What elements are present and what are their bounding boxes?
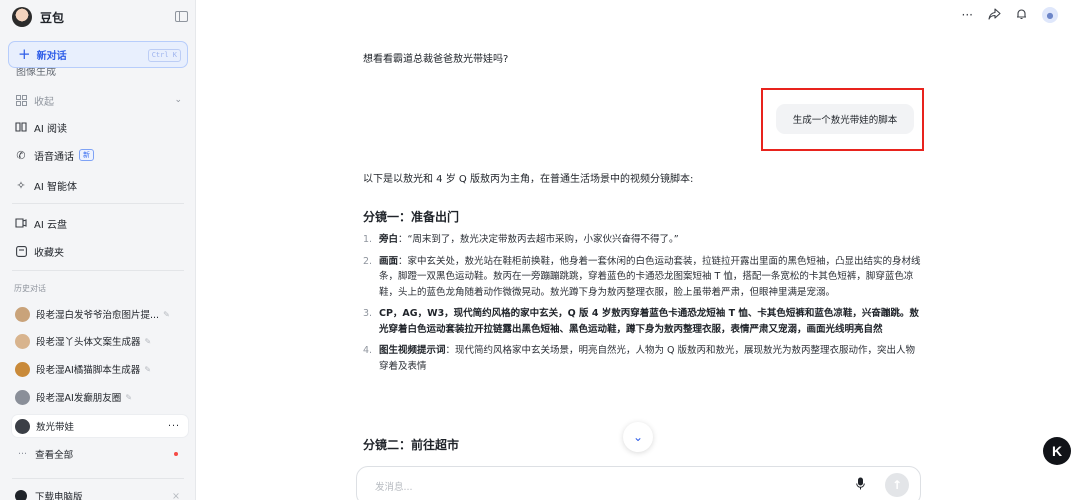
section-heading: 分镜二：前往超市 [363,438,460,452]
history-thumbnail [15,306,30,322]
sidebar: 豆包 + 新对话 Ctrl K 图像生成 收起 ⌄ AI 阅读 ✆ 语音通话 新… [0,0,196,500]
history-item[interactable]: 段老湿AI橘猫脚本生成器 ✎ [12,358,188,380]
sidebar-item-label: 语音通话 [34,151,74,163]
pin-icon[interactable]: ✎ [163,310,170,319]
app-name: 豆包 [40,10,65,25]
history-item-active[interactable]: 敖光带娃 ··· [12,415,188,437]
sidebar-item-label: AI 阅读 [34,123,67,135]
history-title: 段老湿白发爷爷治愈图片提... [36,310,160,321]
history-title: 段老湿丫头体文案生成器 [36,337,141,348]
history-thumbnail [15,361,30,377]
phone-icon: ✆ [16,148,26,162]
sidebar-toggle-icon[interactable] [175,11,188,22]
share-icon[interactable] [988,7,1001,23]
history-item[interactable]: 段老湿AI发癫朋友圈 ✎ [12,386,188,408]
plus-icon: + [18,45,31,63]
sidebar-item-ai-agent[interactable]: ✧ AI 智能体 [14,174,186,196]
send-button[interactable]: ↑ [885,473,909,497]
history-thumbnail [15,333,30,349]
new-chat-button[interactable]: + 新对话 Ctrl K [8,41,188,68]
sidebar-item-favorites[interactable]: 收藏夹 [14,240,186,262]
history-item[interactable]: 段老湿白发爷爷治愈图片提... ✎ [12,303,188,325]
view-all-label: 查看全部 [35,450,74,461]
sidebar-item-voice-call[interactable]: ✆ 语音通话 新 [14,144,186,166]
history-thumbnail [15,418,30,434]
top-toolbar: ··· ● [962,7,1058,23]
history-thumbnail [15,389,30,405]
grid-icon [14,93,28,107]
microphone-icon[interactable] [853,477,867,493]
close-icon[interactable]: × [172,491,180,500]
list-item: 4. 图生视频提示词：现代简约风格家中玄关场景，明亮自然光，人物为 Q 版敖丙和敖… [363,345,916,372]
input-placeholder: 发消息... [375,482,413,493]
list-item: 2. 画面：家中玄关处，敖光站在鞋柜前换鞋，他身着一套休闲的白色运动套装，拉链拉开… [363,255,921,298]
sidebar-divider [12,203,184,204]
shortcut-hint: Ctrl K [147,49,181,62]
download-icon [15,490,27,500]
chat-area: 想看看霸道总裁爸爸敖光带娃吗? 生成一个敖光带娃的脚本 以下是以敖光和 4 岁 … [356,0,939,500]
pin-icon[interactable]: ✎ [144,365,151,374]
sidebar-item-label: AI 云盘 [34,219,67,231]
section-heading: 分镜一：准备出门 [363,210,460,224]
pin-icon[interactable]: ✎ [125,393,132,402]
app-avatar [12,7,32,27]
history-title: 敖光带娃 [36,422,75,433]
sidebar-item-label: AI 智能体 [34,181,77,193]
new-badge: 新 [79,149,94,161]
more-icon[interactable]: ··· [962,8,973,22]
assistant-message-text: 想看看霸道总裁爸爸敖光带娃吗? [363,54,509,65]
view-all-button[interactable]: ··· 查看全部 [12,443,188,465]
list-item: 3. CP，AG，W3，现代简约风格的家中玄关，Q 版 4 岁敖丙穿着蓝色卡通恐龙… [363,308,919,335]
history-title: 段老湿AI发癫朋友圈 [36,393,122,404]
sidebar-item-collapse[interactable]: 收起 ⌄ [14,89,186,111]
sidebar-divider [12,478,184,479]
read-icon [14,120,28,134]
sidebar-item-ai-drive[interactable]: AI 云盘 [14,212,186,234]
sidebar-divider [12,270,184,271]
shot-list: 1. 旁白：“周末到了，敖光决定带敖丙去超市采购，小家伙兴奋得不得了。” 2. 画面… [363,232,921,380]
agent-icon: ✧ [16,178,26,192]
favorites-icon [14,244,28,258]
history-section-label: 历史对话 [14,284,46,293]
history-title: 段老湿AI橘猫脚本生成器 [36,365,141,376]
more-options-icon[interactable]: ··· [168,421,180,432]
sidebar-item-label: 收起 [34,96,54,108]
cloud-drive-icon [14,216,28,230]
chevron-down-icon: ⌄ [174,95,182,105]
scroll-down-button[interactable]: ⌄ [623,422,653,452]
assistant-intro: 以下是以敖光和 4 岁 Q 版敖丙为主角，在普通生活场景中的视频分镜脚本: [363,174,694,185]
sidebar-item-ai-read[interactable]: AI 阅读 [14,116,186,138]
floating-assistant-button[interactable]: K [1043,437,1071,465]
pin-icon[interactable]: ✎ [145,337,152,346]
bell-icon[interactable] [1016,8,1027,23]
message-input[interactable]: 发消息... ↑ [356,466,921,500]
sidebar-item-partial[interactable]: 图像生成 [16,68,176,76]
user-message-bubble: 生成一个敖光带娃的脚本 [776,104,914,134]
download-desktop-button[interactable]: 下载电脑版 × [12,488,188,500]
ellipsis-icon: ··· [18,448,28,460]
list-item: 1. 旁白：“周末到了，敖光决定带敖丙去超市采购，小家伙兴奋得不得了。” [363,234,679,245]
notification-dot [174,452,178,456]
history-item[interactable]: 段老湿丫头体文案生成器 ✎ [12,330,188,352]
new-chat-label: 新对话 [36,51,67,62]
user-avatar[interactable]: ● [1042,7,1058,23]
sidebar-header: 豆包 [12,6,188,28]
sidebar-item-label: 收藏夹 [34,247,64,259]
download-label: 下载电脑版 [35,492,83,500]
chevron-down-icon: ⌄ [632,430,644,444]
